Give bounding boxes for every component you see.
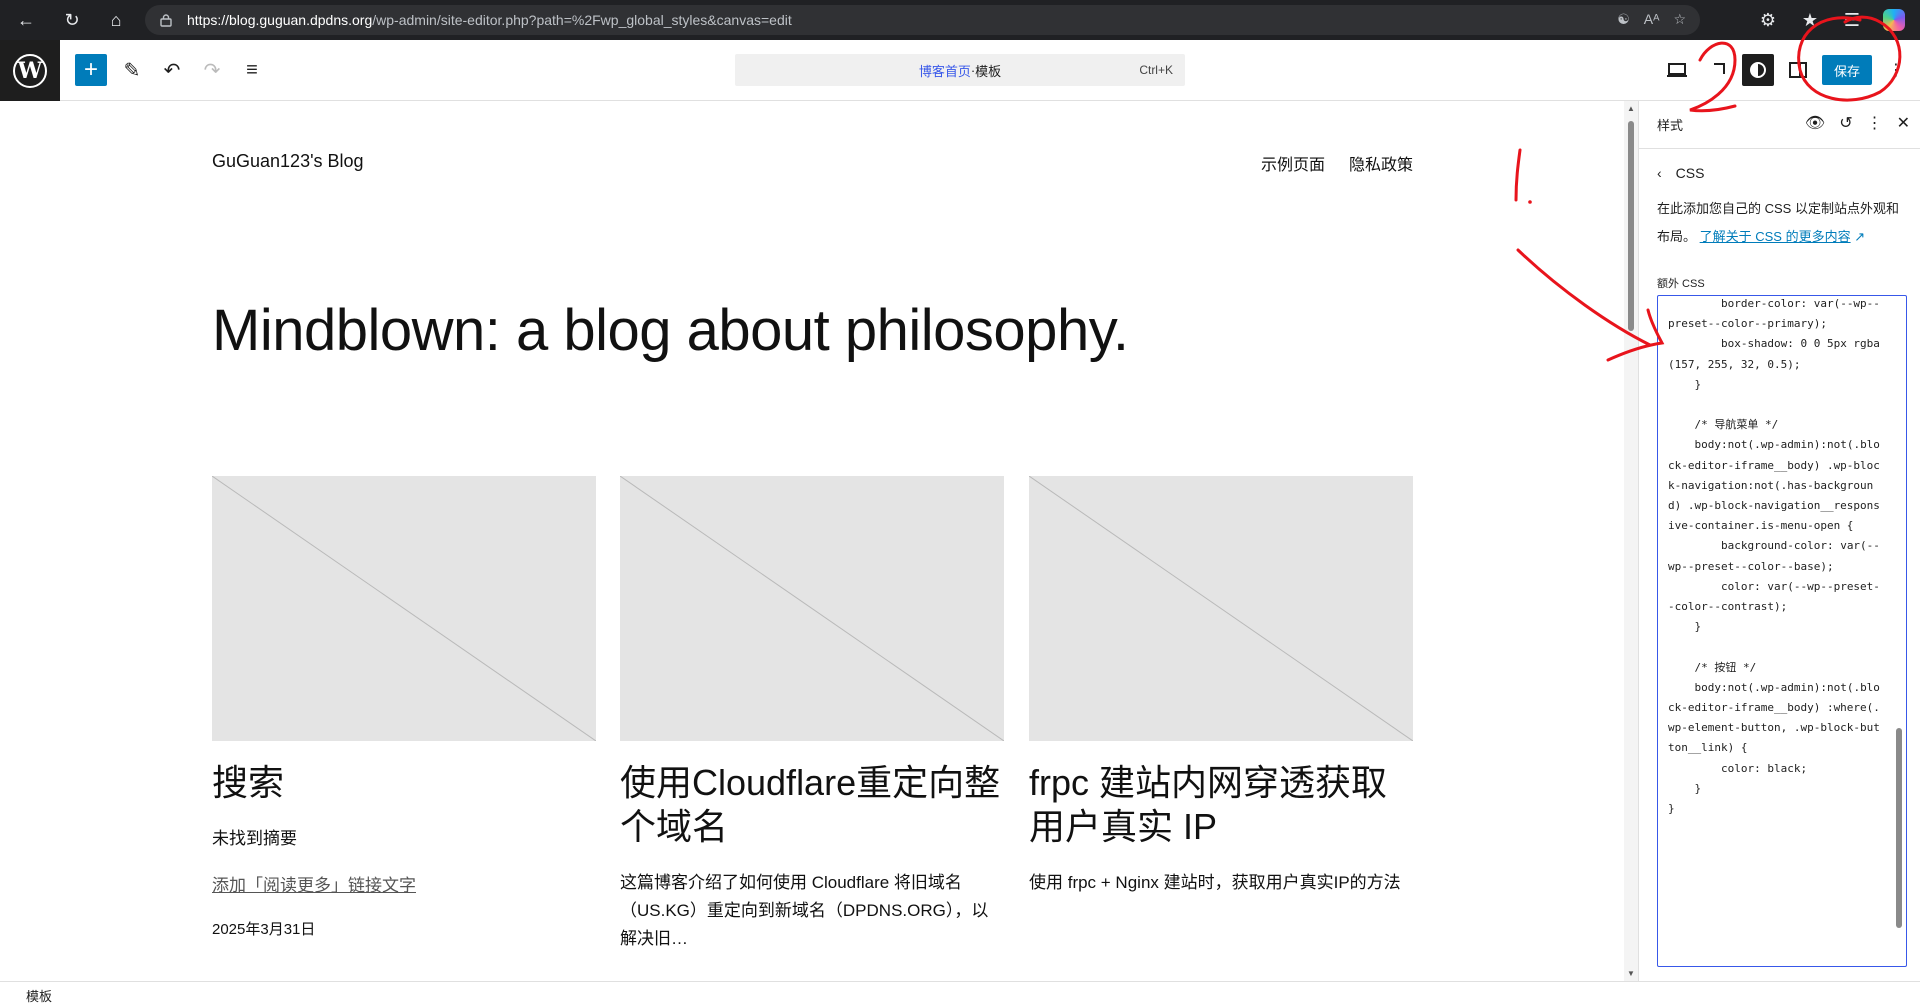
address-bar[interactable]: https://blog.guguan.dpdns.org/wp-admin/s… xyxy=(145,5,1700,35)
command-home-link[interactable]: 博客首页 xyxy=(919,61,971,80)
favorites-icon[interactable]: ★ xyxy=(1792,2,1828,38)
css-scrollbar[interactable] xyxy=(1894,298,1904,938)
translate-icon[interactable]: ☯ xyxy=(1617,11,1630,28)
canvas-scrollbar[interactable]: ▲ ▼ xyxy=(1624,101,1638,981)
post-title[interactable]: 搜索 xyxy=(212,761,596,805)
undo-icon[interactable]: ↶ xyxy=(156,54,188,86)
back-chevron-icon[interactable]: ‹ xyxy=(1657,165,1662,181)
url-path: /wp-admin/site-editor.php?path=%2Fwp_glo… xyxy=(372,12,792,28)
wordpress-logo[interactable]: W xyxy=(0,40,60,101)
redo-icon[interactable]: ↷ xyxy=(196,54,228,86)
save-button[interactable]: 保存 xyxy=(1822,55,1872,85)
site-navigation: 示例页面 隐私政策 xyxy=(1261,151,1413,175)
close-icon[interactable]: ✕ xyxy=(1897,113,1910,133)
editor-canvas[interactable]: GuGuan123's Blog 示例页面 隐私政策 Mindblown: a … xyxy=(0,101,1638,981)
featured-image-placeholder[interactable] xyxy=(1029,476,1413,741)
site-tagline[interactable]: Mindblown: a blog about philosophy. xyxy=(212,297,1129,364)
wordpress-w-icon: W xyxy=(13,53,47,88)
post-title[interactable]: frpc 建站内网穿透获取用户真实 IP xyxy=(1029,761,1413,849)
command-template: 模板 xyxy=(975,63,1002,79)
settings-sidebar-icon[interactable] xyxy=(1782,54,1814,86)
read-more-link[interactable]: 添加「阅读更多」链接文字 xyxy=(212,871,596,896)
extensions-icon[interactable]: ⚙ xyxy=(1750,2,1786,38)
style-book-eye-icon[interactable]: 👁 xyxy=(1805,113,1825,133)
css-panel-title: CSS xyxy=(1675,165,1705,181)
nav-item-privacy-policy[interactable]: 隐私政策 xyxy=(1349,151,1413,175)
site-title[interactable]: GuGuan123's Blog xyxy=(212,151,364,172)
home-icon[interactable]: ⌂ xyxy=(98,2,134,38)
post-card[interactable]: frpc 建站内网穿透获取用户真实 IP 使用 frpc + Nginx 建站时… xyxy=(1029,476,1413,897)
post-card[interactable]: 搜索 未找到摘要 添加「阅读更多」链接文字 2025年3月31日 xyxy=(212,476,596,939)
tools-pencil-icon[interactable]: ✎ xyxy=(116,54,148,86)
external-link-icon[interactable]: ↗ xyxy=(1854,229,1865,244)
css-scroll-thumb[interactable] xyxy=(1896,728,1902,928)
scroll-down-icon[interactable]: ▼ xyxy=(1627,969,1635,978)
more-options-icon[interactable]: ⋮ xyxy=(1867,113,1883,133)
css-panel-header: ‹ CSS xyxy=(1639,149,1920,189)
post-excerpt: 使用 frpc + Nginx 建站时，获取用户真实IP的方法 xyxy=(1029,873,1401,892)
nav-item-sample-page[interactable]: 示例页面 xyxy=(1261,151,1325,175)
extra-css-label: 额外 CSS xyxy=(1657,278,1705,290)
favorite-star-icon[interactable]: ☆ xyxy=(1673,11,1686,28)
sidebar-title: 样式 xyxy=(1657,118,1684,133)
read-aloud-icon[interactable]: Aᴬ xyxy=(1644,11,1660,28)
contrast-icon xyxy=(1750,62,1766,78)
css-description: 在此添加您自己的 CSS 以定制站点外观和布局。 了解关于 CSS 的更多内容 … xyxy=(1657,201,1899,244)
learn-more-link[interactable]: 了解关于 CSS 的更多内容 xyxy=(1700,229,1851,244)
post-excerpt: 这篇博客介绍了如何使用 Cloudflare 将旧域名（US.KG）重定向到新域… xyxy=(620,873,989,948)
post-date: 2025年3月31日 xyxy=(212,921,316,938)
featured-image-placeholder[interactable] xyxy=(212,476,596,741)
revisions-history-icon[interactable]: ↺ xyxy=(1839,113,1852,133)
url-host: https://blog.guguan.dpdns.org xyxy=(187,12,373,28)
canvas-scroll-thumb[interactable] xyxy=(1628,121,1634,331)
browser-toolbar: ← ↻ ⌂ https://blog.guguan.dpdns.org/wp-a… xyxy=(0,0,1920,40)
back-icon[interactable]: ← xyxy=(8,2,44,38)
block-inserter-button[interactable]: + xyxy=(75,54,107,86)
featured-image-placeholder[interactable] xyxy=(620,476,1004,741)
lock-icon xyxy=(160,14,172,27)
styles-toggle-button[interactable] xyxy=(1742,54,1774,86)
command-shortcut: Ctrl+K xyxy=(1139,63,1173,77)
desktop-preview-icon[interactable] xyxy=(1661,54,1693,86)
command-palette[interactable]: 博客首页 · 模板 Ctrl+K xyxy=(735,54,1185,86)
view-page-icon[interactable] xyxy=(1702,54,1734,86)
post-excerpt: 未找到摘要 xyxy=(212,829,297,848)
css-code[interactable]: border-color: var(--wp--preset--color--p… xyxy=(1658,296,1906,819)
post-card[interactable]: 使用Cloudflare重定向整个域名 这篇博客介绍了如何使用 Cloudfla… xyxy=(620,476,1004,953)
document-overview-icon[interactable]: ≡ xyxy=(236,54,268,86)
reload-icon[interactable]: ↻ xyxy=(54,2,90,38)
copilot-icon[interactable] xyxy=(1876,2,1912,38)
post-title[interactable]: 使用Cloudflare重定向整个域名 xyxy=(620,761,1004,849)
extra-css-textarea[interactable]: border-color: var(--wp--preset--color--p… xyxy=(1657,295,1907,967)
sidebar-header: 样式 👁 ↺ ⋮ ✕ xyxy=(1639,101,1920,149)
editor-header: W + ✎ ↶ ↷ ≡ 博客首页 · 模板 Ctrl+K 保存 ⋮ xyxy=(0,40,1920,101)
styles-sidebar: 样式 👁 ↺ ⋮ ✕ ‹ CSS 在此添加您自己的 CSS 以定制站点外观和布局… xyxy=(1638,101,1920,981)
collections-icon[interactable]: ☰ xyxy=(1834,2,1870,38)
footer-breadcrumb[interactable]: 模板 xyxy=(26,989,52,1004)
editor-footer: 模板 xyxy=(0,981,1920,1006)
options-kebab-icon[interactable]: ⋮ xyxy=(1880,54,1912,86)
scroll-up-icon[interactable]: ▲ xyxy=(1627,104,1635,113)
